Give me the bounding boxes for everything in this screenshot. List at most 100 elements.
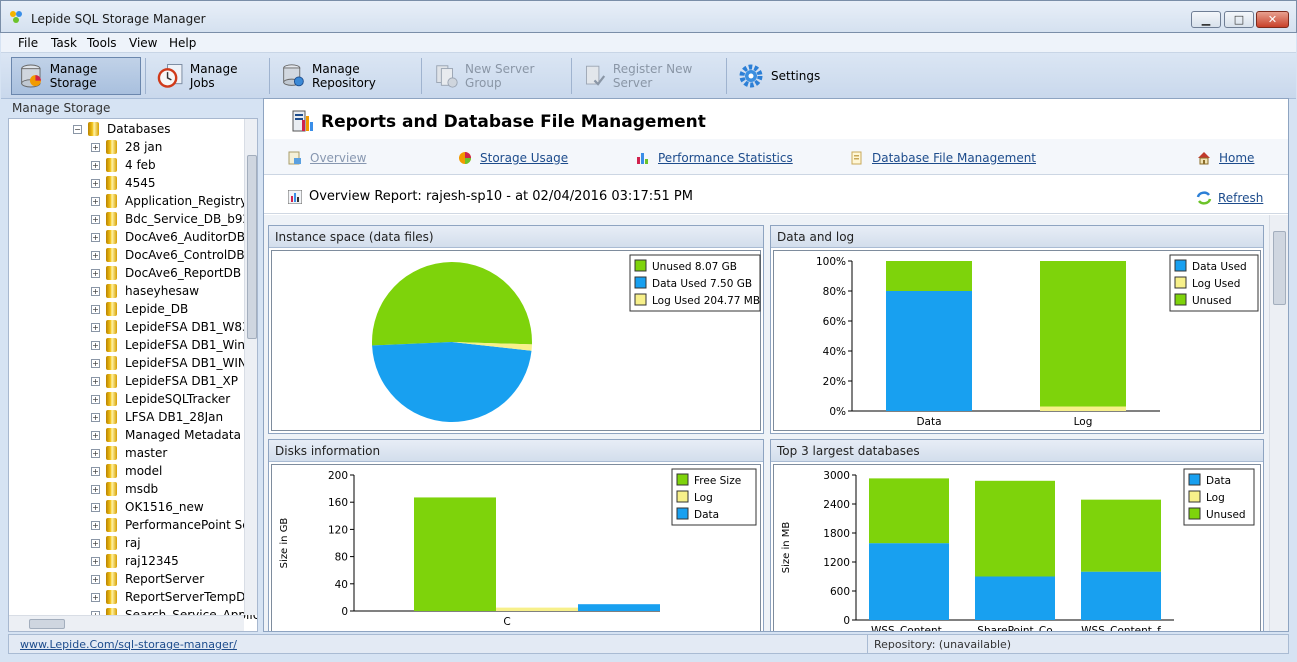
expand-icon[interactable]: +	[91, 574, 100, 584]
expand-icon[interactable]: +	[91, 340, 100, 350]
tree-item-database[interactable]: + msdb	[91, 480, 158, 498]
tree-item-database[interactable]: + Bdc_Service_DB_b92d	[91, 210, 257, 228]
menu-file[interactable]: File	[18, 36, 38, 50]
manage-jobs-button[interactable]: Manage Jobs	[151, 57, 263, 95]
expand-icon[interactable]: +	[91, 502, 100, 512]
tree-item-database[interactable]: + OK1516_new	[91, 498, 204, 516]
manage-storage-button[interactable]: Manage Storage	[11, 57, 141, 95]
expand-icon[interactable]: +	[91, 142, 100, 152]
menu-task[interactable]: Task	[51, 36, 77, 50]
website-link[interactable]: www.Lepide.Com/sql-storage-manager/	[20, 638, 237, 651]
refresh-link[interactable]: Refresh	[1196, 191, 1263, 205]
expand-icon[interactable]: +	[91, 466, 100, 476]
scroll-thumb[interactable]	[247, 155, 257, 339]
tree-item-database[interactable]: + DocAve6_AuditorDB	[91, 228, 245, 246]
tree-item-database[interactable]: + ReportServerTempDB	[91, 588, 254, 606]
tree-item-database[interactable]: + Managed Metadata Se	[91, 426, 257, 444]
expand-icon[interactable]: +	[91, 556, 100, 566]
expand-icon[interactable]: +	[91, 412, 100, 422]
tree-label: ReportServer	[125, 572, 205, 586]
database-icon	[106, 410, 117, 424]
expand-icon[interactable]: +	[91, 538, 100, 548]
tree-label: ReportServerTempDB	[125, 590, 254, 604]
tree-item-database[interactable]: + LepideSQLTracker	[91, 390, 230, 408]
tree-item-database[interactable]: + LepideFSA DB1_WIN8	[91, 354, 255, 372]
expand-icon[interactable]: +	[91, 394, 100, 404]
collapse-icon[interactable]: −	[73, 124, 82, 134]
database-icon	[106, 374, 117, 388]
expand-icon[interactable]: +	[91, 196, 100, 206]
tree-item-database[interactable]: + model	[91, 462, 162, 480]
page-header: Reports and Database File Management	[264, 99, 1288, 139]
expand-icon[interactable]: +	[91, 178, 100, 188]
expand-icon[interactable]: +	[91, 160, 100, 170]
expand-icon[interactable]: +	[91, 304, 100, 314]
tree-item-database[interactable]: + PerformancePoint Ser	[91, 516, 255, 534]
tree-item-database[interactable]: + LepideFSA DB1_Win7x	[91, 336, 257, 354]
expand-icon[interactable]: +	[91, 232, 100, 242]
tree-horizontal-scrollbar[interactable]	[9, 615, 244, 631]
maximize-button[interactable]: □	[1224, 11, 1254, 28]
tree-item-database[interactable]: + haseyhesaw	[91, 282, 199, 300]
expand-icon[interactable]: +	[91, 376, 100, 386]
tree-vertical-scrollbar[interactable]	[244, 119, 257, 615]
bar-segment	[975, 480, 1055, 577]
tree-label: LepideSQLTracker	[125, 392, 231, 406]
menu-view[interactable]: View	[129, 36, 157, 50]
database-file-management-label: Database File Management	[872, 151, 1037, 165]
menu-help[interactable]: Help	[169, 36, 196, 50]
tree-item-database[interactable]: + raj12345	[91, 552, 179, 570]
database-icon	[106, 338, 117, 352]
database-icon	[106, 302, 117, 316]
report-chart-icon	[288, 190, 302, 204]
tree-item-database[interactable]: + DocAve6_ControlDB	[91, 246, 245, 264]
tree-item-database[interactable]: + LFSA DB1_28Jan	[91, 408, 223, 426]
tree-item-database[interactable]: +4 feb	[91, 156, 156, 174]
new-server-group-button[interactable]: New Server Group	[427, 57, 567, 95]
close-button[interactable]: ✕	[1256, 11, 1289, 28]
register-new-server-button[interactable]: Register New Server	[576, 57, 722, 95]
tree-item-database[interactable]: + LepideFSA DB1_XP	[91, 372, 238, 390]
database-file-management-link[interactable]: Database File Management	[850, 151, 1036, 165]
menu-tools[interactable]: Tools	[87, 36, 117, 50]
tree-label: model	[125, 464, 163, 478]
panel-title: Top 3 largest databases	[771, 440, 1263, 462]
tree-item-database[interactable]: + master	[91, 444, 167, 462]
bar-segment	[869, 478, 949, 544]
tree-root-databases[interactable]: − Databases	[73, 120, 171, 138]
tree-item-database[interactable]: +28 jan	[91, 138, 162, 156]
expand-icon[interactable]: +	[91, 214, 100, 224]
tree-item-database[interactable]: +4545	[91, 174, 156, 192]
expand-icon[interactable]: +	[91, 268, 100, 278]
settings-button[interactable]: Settings	[731, 57, 821, 95]
manage-repository-button[interactable]: Manage Repository	[275, 57, 415, 95]
expand-icon[interactable]: +	[91, 484, 100, 494]
content-vertical-scrollbar[interactable]	[1269, 215, 1288, 631]
tree-item-database[interactable]: + Application_Registry_	[91, 192, 253, 210]
expand-icon[interactable]: +	[91, 250, 100, 260]
overview-link[interactable]: Overview	[288, 151, 367, 165]
expand-icon[interactable]: +	[91, 430, 100, 440]
toolbar-separator	[421, 58, 422, 94]
tree-label: DocAve6_ControlDB	[125, 248, 245, 262]
clock-icon	[157, 64, 183, 88]
tree-item-database[interactable]: + ReportServer	[91, 570, 204, 588]
expand-icon[interactable]: +	[91, 520, 100, 530]
app-logo-icon	[10, 11, 22, 23]
tree-item-database[interactable]: + Lepide_DB	[91, 300, 188, 318]
performance-statistics-link[interactable]: Performance Statistics	[636, 151, 793, 165]
expand-icon[interactable]: +	[91, 448, 100, 458]
scroll-thumb[interactable]	[1273, 231, 1286, 305]
storage-usage-link[interactable]: Storage Usage	[458, 151, 568, 165]
scroll-thumb[interactable]	[29, 619, 65, 629]
expand-icon[interactable]: +	[91, 358, 100, 368]
tree-item-database[interactable]: + raj	[91, 534, 141, 552]
expand-icon[interactable]: +	[91, 286, 100, 296]
minimize-button[interactable]: ▁	[1191, 11, 1221, 28]
home-link[interactable]: Home	[1197, 151, 1254, 165]
expand-icon[interactable]: +	[91, 592, 100, 602]
expand-icon[interactable]: +	[91, 322, 100, 332]
tree-item-database[interactable]: + LepideFSA DB1_W832	[91, 318, 257, 336]
toolbar-separator	[145, 58, 146, 94]
tree-item-database[interactable]: + DocAve6_ReportDB	[91, 264, 241, 282]
